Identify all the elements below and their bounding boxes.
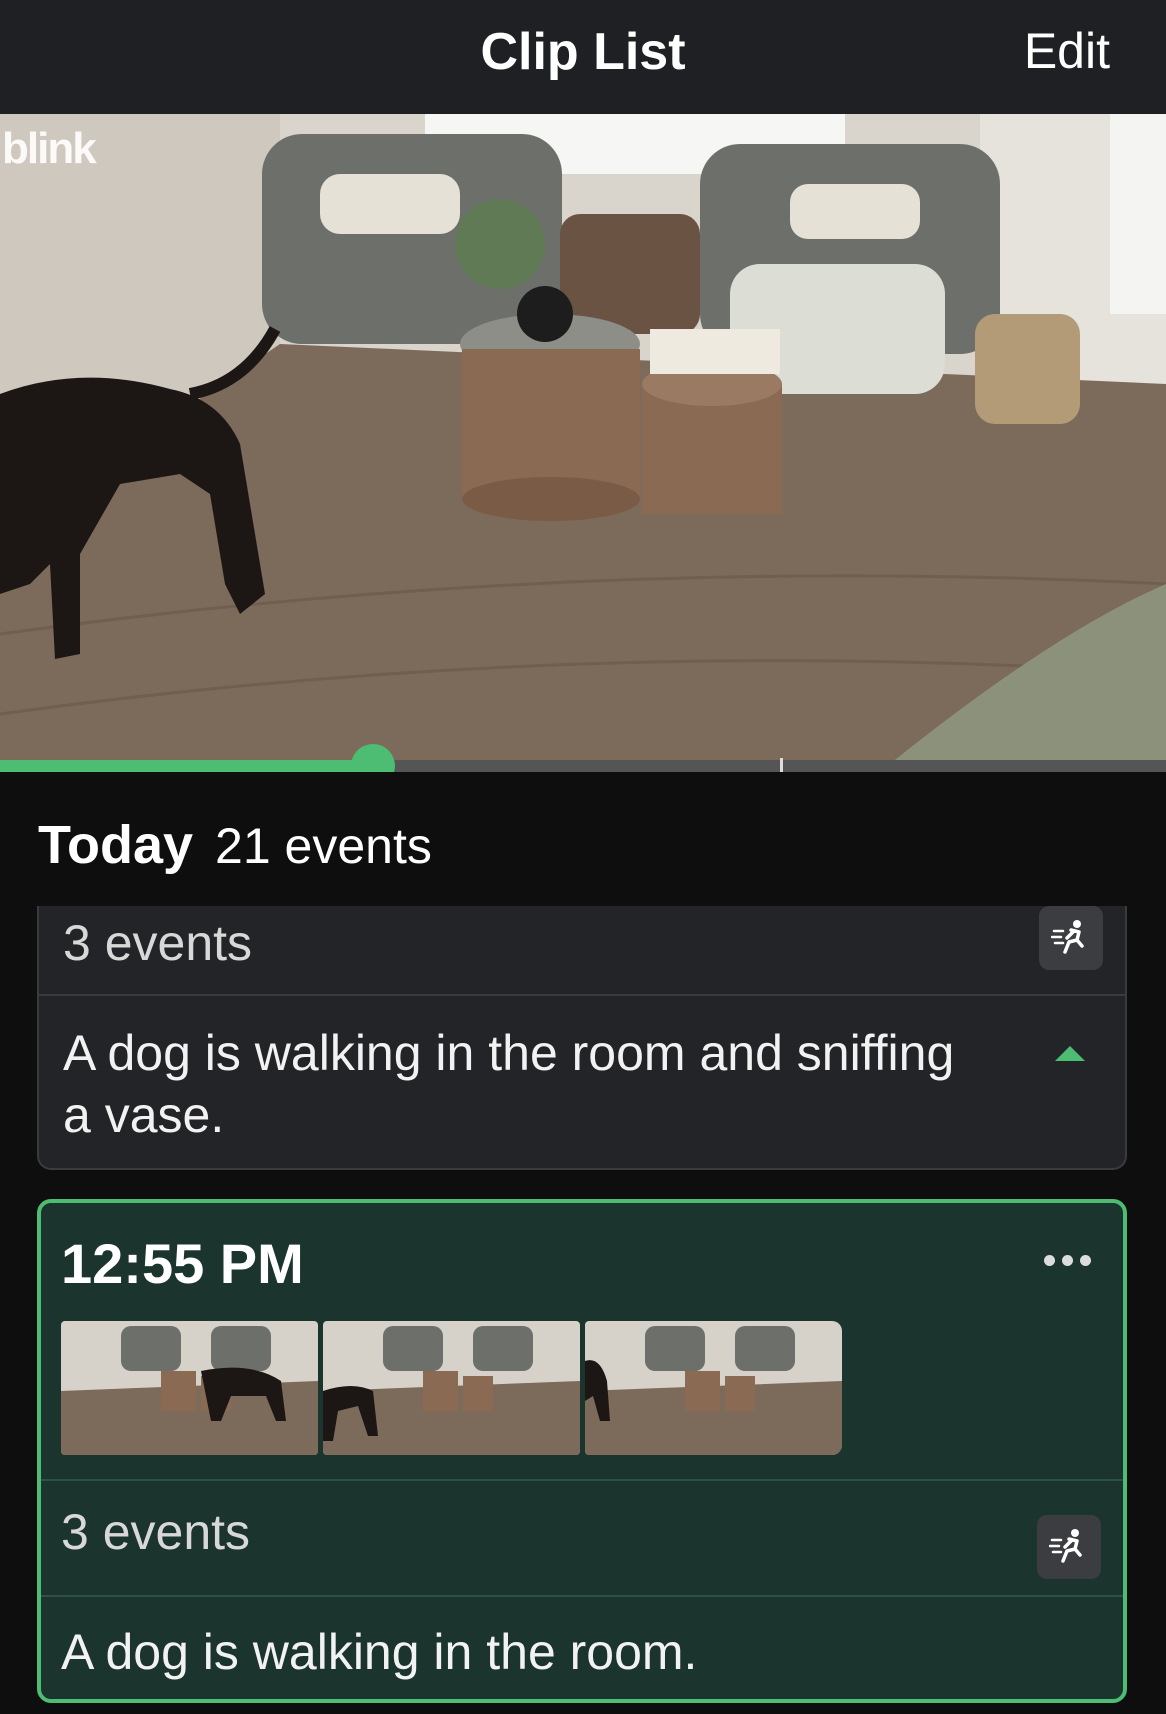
clip-thumbnail[interactable] [323, 1321, 580, 1455]
day-event-count: 21 events [215, 818, 432, 874]
clip-description: A dog is walking in the room. [61, 1624, 698, 1680]
clip-card-selected[interactable]: 12:55 PM 3 events A dog is walking in th… [37, 1199, 1127, 1703]
clip-time: 12:55 PM [61, 1232, 304, 1295]
page-title: Clip List [480, 23, 686, 81]
clip-events-count: 3 events [63, 915, 253, 971]
clip-thumbnail[interactable] [585, 1321, 842, 1455]
clip-description: A dog is walking in the room and sniffin… [63, 1025, 955, 1143]
video-player[interactable]: blink [0, 114, 1166, 772]
clip-thumbnails [61, 1321, 842, 1455]
edit-button[interactable]: Edit [1024, 22, 1110, 80]
blink-watermark: blink [2, 124, 97, 173]
collapse-caret-icon[interactable] [1055, 1046, 1085, 1061]
divider [41, 1479, 1123, 1481]
divider [41, 1595, 1123, 1597]
clip-events-row: 3 events [39, 906, 1125, 996]
clip-thumbnail[interactable] [61, 1321, 318, 1455]
more-dots-icon[interactable] [1044, 1255, 1091, 1266]
day-group-header: Today 21 events [38, 814, 432, 876]
nav-header: Clip List Edit [0, 0, 1166, 114]
playback-scrubber[interactable] [0, 744, 1166, 788]
video-frame [0, 114, 1166, 772]
scrubber-progress [0, 760, 374, 772]
day-label: Today [38, 815, 194, 875]
motion-runner-icon[interactable] [1037, 1515, 1101, 1579]
clip-card[interactable]: 3 events A dog is walking in the room an… [37, 906, 1127, 1170]
clip-events-count: 3 events [61, 1504, 251, 1560]
motion-runner-icon[interactable] [1039, 906, 1103, 970]
